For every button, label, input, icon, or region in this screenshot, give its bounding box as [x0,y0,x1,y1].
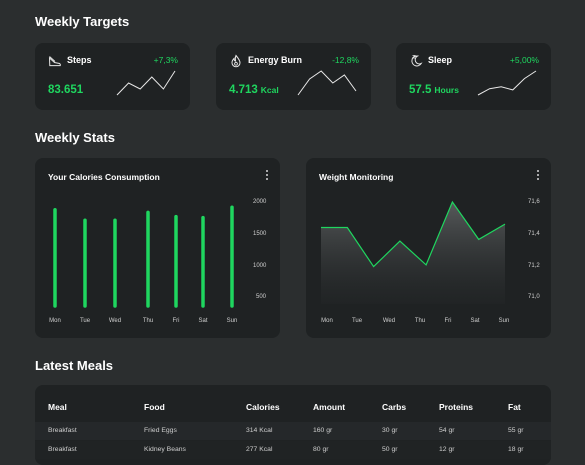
x-tick: Tue [79,318,91,324]
y-tick: 2000 [253,199,267,205]
x-tick: Mon [321,318,333,324]
cell-amount: 160 gr [313,427,333,434]
calories-chart-card: Your Calories Consumption 2000 1500 1000… [35,158,280,338]
weekly-targets-heading: Weekly Targets [35,14,130,29]
x-tick: Thu [142,318,154,324]
weight-chart-card: Weight Monitoring 71,6 71,4 71,2 71,0 Mo… [306,158,551,338]
cell-meal: Breakfast [48,446,77,453]
cell-carbs: 50 gr [382,446,398,453]
meals-table: Meal Food Calories Amount Carbs Proteins… [35,385,551,465]
table-row[interactable]: Breakfast Fried Eggs 314 Kcal 160 gr 30 … [35,422,551,440]
target-name: Energy Burn [248,55,303,65]
column-header-meal: Meal [48,402,67,412]
y-tick: 71,2 [528,263,540,269]
target-card-sleep[interactable]: Sleep +5,00% 57.5 Hours [396,43,551,110]
cell-amount: 80 gr [313,446,329,453]
latest-meals-heading: Latest Meals [35,358,114,373]
column-header-proteins: Proteins [439,402,474,412]
y-tick: 71,6 [528,199,540,205]
x-tick: Fri [444,318,452,324]
cell-calories: 314 Kcal [246,427,273,434]
calories-bar-chart [53,205,234,308]
cell-proteins: 54 gr [439,427,455,434]
sparkline-path [297,70,357,96]
column-header-calories: Calories [246,402,280,412]
weekly-stats-heading: Weekly Stats [35,130,115,145]
x-tick: Sat [198,318,208,324]
y-tick: 1000 [253,263,267,269]
table-row[interactable]: Breakfast Kidney Beans 277 Kcal 80 gr 50… [35,441,551,459]
target-card-steps[interactable]: Steps +7,3% 83.651 [35,43,190,110]
sparkline-path [477,70,537,96]
target-value: 83.651 [48,84,84,96]
cell-proteins: 12 gr [439,446,455,453]
target-change: +7,3% [153,55,178,65]
sleep-sparkline [477,70,537,96]
cell-fat: 18 gr [508,446,524,453]
flame-icon [231,54,241,68]
target-value: 4.713 Kcal [229,84,279,96]
column-header-amount: Amount [313,402,346,412]
target-name: Sleep [428,55,453,65]
cell-food: Fried Eggs [144,427,177,434]
sparkline-path [116,70,176,96]
y-tick: 1500 [253,231,267,237]
target-change: +5,00% [509,55,539,65]
column-header-food: Food [144,402,165,412]
column-header-carbs: Carbs [382,402,407,412]
cell-fat: 55 gr [508,427,524,434]
target-card-energy-burn[interactable]: Energy Burn -12,8% 4.713 Kcal [216,43,371,110]
cell-calories: 277 Kcal [246,446,273,453]
shoe-icon [48,56,61,67]
cell-carbs: 30 gr [382,427,398,434]
y-tick: 71,4 [528,231,540,237]
target-value: 57.5 Hours [409,84,459,96]
y-tick: 500 [256,294,267,300]
x-tick: Wed [108,318,122,324]
steps-sparkline [116,70,176,96]
x-tick: Sun [226,318,238,324]
x-tick: Sun [498,318,510,324]
energy-sparkline [297,70,357,96]
cell-food: Kidney Beans [144,446,186,453]
x-tick: Tue [351,318,363,324]
x-tick: Thu [414,318,426,324]
x-tick: Mon [49,318,61,324]
cell-meal: Breakfast [48,427,77,434]
column-header-fat: Fat [508,402,521,412]
moon-icon [411,55,423,67]
x-tick: Wed [382,318,396,324]
weight-area-chart [321,200,506,304]
x-tick: Sat [470,318,480,324]
x-tick: Fri [172,318,180,324]
y-tick: 71,0 [528,294,540,300]
target-change: -12,8% [332,55,359,65]
target-name: Steps [67,55,92,65]
